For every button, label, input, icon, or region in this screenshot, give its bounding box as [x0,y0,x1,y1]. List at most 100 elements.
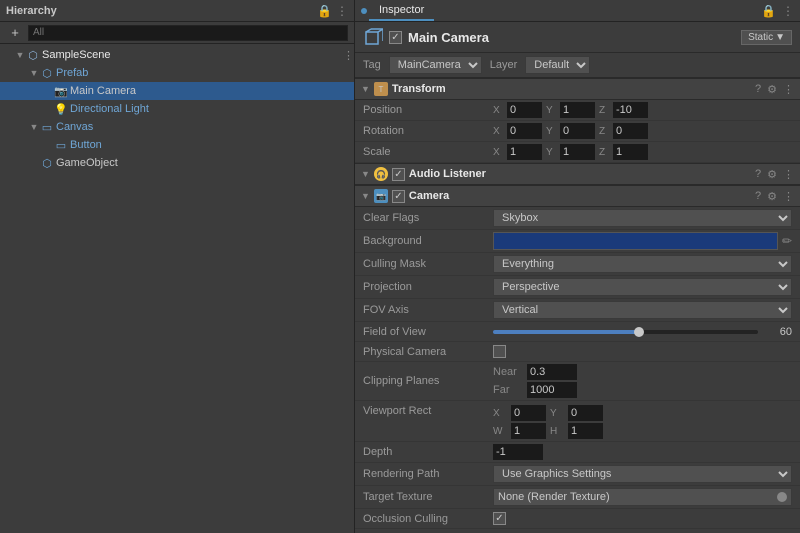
scene-arrow: ▼ [14,49,26,61]
audio-menu-icon[interactable]: ⋮ [783,168,794,181]
fov-slider-thumb[interactable] [634,327,644,337]
viewport-xy-row: X Y [493,405,792,421]
prefab-icon: ⬡ [40,66,54,80]
camera-menu-icon[interactable]: ⋮ [783,190,794,203]
occlusion-culling-checkbox[interactable] [493,512,506,525]
scale-row: Scale X Y Z [355,142,800,163]
go-arrow [28,157,40,169]
background-edit-icon[interactable]: ✏ [782,234,792,248]
scale-z-label: Z [599,147,609,158]
inspector-header: Inspector 🔒 ⋮ [355,0,800,22]
camera-help-icon[interactable]: ? [755,190,761,202]
depth-input[interactable] [493,444,543,460]
culling-mask-select[interactable]: Everything [493,255,792,273]
rotation-y-input[interactable] [560,123,595,139]
vp-w-label: W [493,426,507,437]
position-z-input[interactable] [613,102,648,118]
object-cube-icon [363,27,383,47]
tree-item-canvas[interactable]: ▼ ▭ Canvas [0,118,354,136]
background-color-swatch[interactable] [493,232,778,250]
tree-item-prefab[interactable]: ▼ ⬡ Prefab [0,64,354,82]
audio-listener-icons: ? ⚙ ⋮ [755,168,794,181]
hierarchy-search-input[interactable] [28,25,348,41]
scene-menu[interactable]: ⋮ [343,49,354,62]
fov-slider-fill [493,330,639,334]
tree-item-gameobject[interactable]: ⬡ GameObject [0,154,354,172]
fov-axis-select[interactable]: Vertical [493,301,792,319]
audio-help-icon[interactable]: ? [755,168,761,180]
clear-flags-label: Clear Flags [363,212,493,224]
vp-x-label: X [493,408,507,419]
hierarchy-lock-icon[interactable]: 🔒 [317,4,332,18]
light-tree-icon: 💡 [54,102,68,116]
rotation-z-input[interactable] [613,123,648,139]
camera-enabled-checkbox[interactable] [392,190,405,203]
camera-arrow [42,85,54,97]
rendering-path-value: Use Graphics Settings [493,465,792,483]
go-label: GameObject [56,157,118,169]
audio-listener-enabled[interactable] [392,168,405,181]
inspector-tab-dot [361,8,367,14]
culling-mask-label: Culling Mask [363,258,493,270]
tree-item-button[interactable]: ▭ Button [0,136,354,154]
far-input[interactable] [527,382,577,398]
button-arrow [42,139,54,151]
viewport-x-input[interactable] [511,405,546,421]
tree-item-sample-scene[interactable]: ▼ ⬡ SampleScene ⋮ [0,46,354,64]
transform-title: Transform [392,83,446,95]
viewport-y-input[interactable] [568,405,603,421]
occlusion-culling-label: Occlusion Culling [363,513,493,525]
transform-settings-icon[interactable]: ⚙ [767,83,777,96]
rotation-row: Rotation X Y Z [355,121,800,142]
background-value: ✏ [493,232,792,250]
scale-z-input[interactable] [613,144,648,160]
inspector-tab[interactable]: Inspector [369,1,434,21]
button-label: Button [70,139,102,151]
audio-arrow[interactable]: ▼ [361,169,370,179]
target-texture-value: None (Render Texture) [493,488,792,506]
rendering-path-row: Rendering Path Use Graphics Settings [355,463,800,486]
camera-title: Camera [409,190,449,202]
physical-camera-label: Physical Camera [363,346,493,358]
hierarchy-header-icons: 🔒 ⋮ [317,4,348,18]
transform-menu-icon[interactable]: ⋮ [783,83,794,96]
position-y-input[interactable] [560,102,595,118]
camera-component-header: ▼ 📷 Camera ? ⚙ ⋮ [355,185,800,207]
inspector-menu-icon[interactable]: ⋮ [782,4,794,18]
rot-x-label: X [493,126,503,137]
static-btn-inner[interactable]: Static ▼ [741,30,792,45]
viewport-w-input[interactable] [511,423,546,439]
transform-arrow[interactable]: ▼ [361,84,370,94]
audio-settings-icon[interactable]: ⚙ [767,168,777,181]
fov-slider-track[interactable] [493,330,758,334]
audio-listener-title: Audio Listener [409,168,486,180]
rendering-path-select[interactable]: Use Graphics Settings [493,465,792,483]
rotation-x-input[interactable] [507,123,542,139]
viewport-h-input[interactable] [568,423,603,439]
camera-comp-arrow[interactable]: ▼ [361,191,370,201]
object-enabled-checkbox[interactable] [389,31,402,44]
transform-help-icon[interactable]: ? [755,83,761,95]
static-button[interactable]: Static ▼ [741,30,792,45]
hierarchy-add-button[interactable]: + [6,24,24,42]
tree-item-directional-light[interactable]: 💡 Directional Light [0,100,354,118]
fov-value: 60 [762,326,792,338]
physical-camera-checkbox[interactable] [493,345,506,358]
layer-select[interactable]: Default [525,56,590,74]
position-x-input[interactable] [507,102,542,118]
tree-item-main-camera[interactable]: 📷 Main Camera [0,82,354,100]
scale-x-input[interactable] [507,144,542,160]
clear-flags-select[interactable]: Skybox [493,209,792,227]
near-input[interactable] [527,364,577,380]
target-texture-select[interactable]: None (Render Texture) [493,488,792,506]
inspector-lock-icon[interactable]: 🔒 [761,4,776,18]
static-label: Static [748,32,773,43]
camera-settings-icon[interactable]: ⚙ [767,190,777,203]
tag-select[interactable]: MainCamera [389,56,482,74]
projection-select[interactable]: Perspective [493,278,792,296]
layer-label: Layer [490,59,518,71]
hierarchy-menu-icon[interactable]: ⋮ [336,4,348,18]
scale-y-input[interactable] [560,144,595,160]
hierarchy-header: Hierarchy 🔒 ⋮ [0,0,354,22]
scale-y-label: Y [546,147,556,158]
